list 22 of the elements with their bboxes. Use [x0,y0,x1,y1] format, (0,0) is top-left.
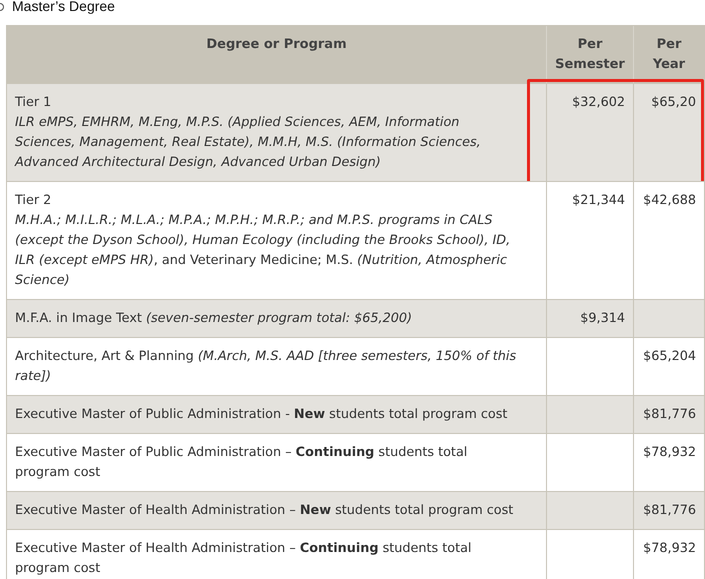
program-title: Executive Master of Public Administration – Continuing students total program cost [15,444,468,482]
price-text: $81,776 [643,503,696,518]
price-text: $9,314 [580,311,625,326]
price-text: $78,932 [643,541,696,556]
price-text: $81,776 [643,407,696,422]
program-title: Executive Master of Health Administration – Continuing students total program cost [15,540,472,578]
price-text: $65,20 [651,95,696,110]
program-title: Executive Master of Health Administration – New students total program cost [15,502,514,520]
program-title: Executive Master of Public Administration - New students total program cost [15,406,508,424]
table-header-cell-text: Degree or Program [205,36,348,54]
price-text: $21,344 [572,193,625,208]
program-description: M.H.A.; M.I.L.R.; M.L.A.; M.P.A.; M.P.H.; M.R.P.; and M.P.S. programs in CALS (except the Dyson School), Human Ecology (including the Brooks School), ID, ILR (except eMPS HR), and Veterinary Medicine; M.S. (Nutrition, Atmospheric Science) [15,212,512,290]
program-title: Architecture, Art & Planning (M.Arch, M.S. AAD [three semesters, 150% of this rate]) [15,348,518,386]
price-text: $42,688 [643,193,696,208]
program-title: Tier 1 [15,94,52,112]
price-text: $32,602 [572,95,625,110]
section-title: Master’s Degree [12,0,115,16]
program-title: Tier 2 [15,192,52,210]
program-title: M.F.A. in Image Text (seven-semester program total: $65,200) [15,310,413,328]
price-text: $65,204 [643,349,696,364]
program-description: ILR eMPS, EMHRM, M.Eng, M.P.S. (Applied Sciences, AEM, Information Sciences, Management, Real Estate), M.M.H, M.S. (Information Sciences, Advanced Architectural Design, Advanced Urban Design) [15,114,482,172]
price-text: $78,932 [643,445,696,460]
